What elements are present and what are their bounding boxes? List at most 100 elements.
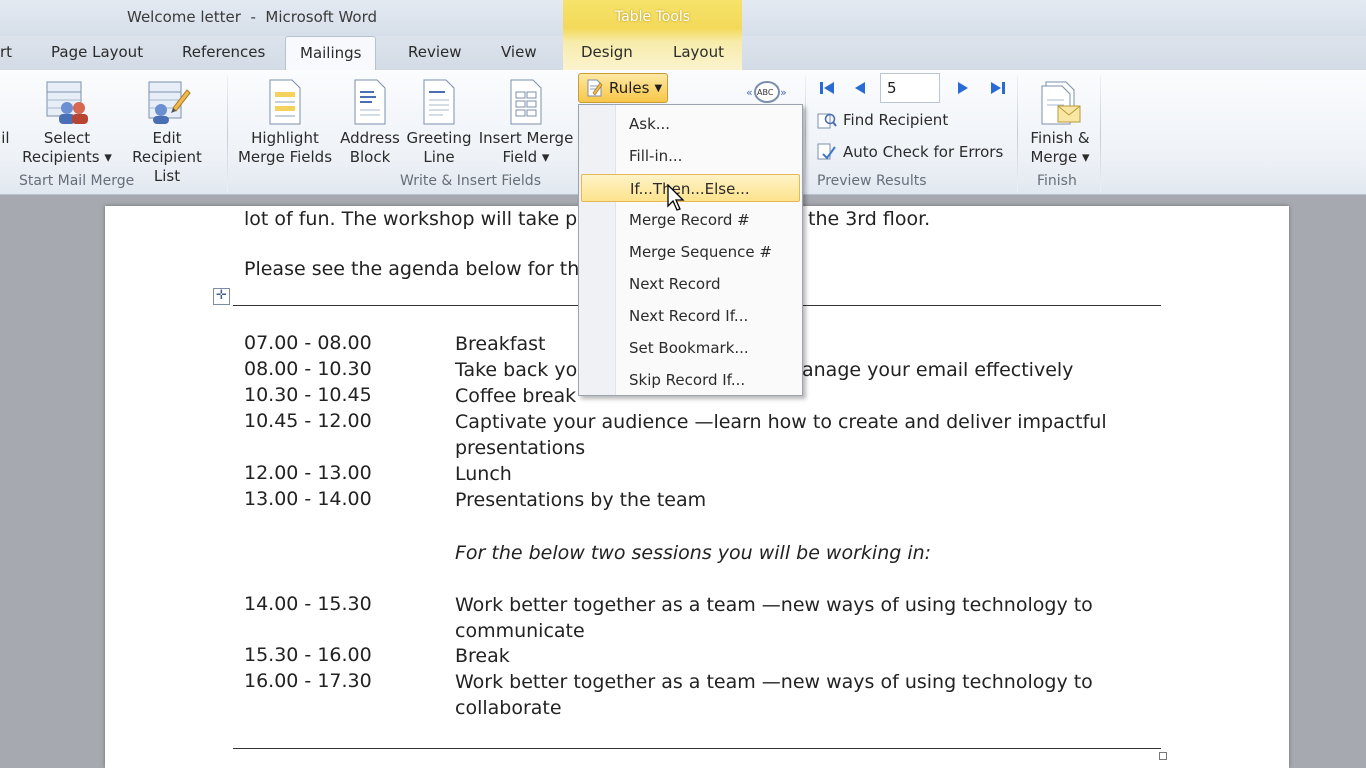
menu-item-if-then-else[interactable]: If...Then...Else... <box>581 174 800 202</box>
highlight-line1: Highlight <box>251 129 319 147</box>
rules-label: Rules <box>609 79 650 97</box>
agenda-desc: Captivate your audience —learn how to cr… <box>455 411 1107 433</box>
group-label-finish: Finish <box>1037 173 1077 189</box>
find-recipient-icon <box>817 113 837 129</box>
group-separator <box>1100 76 1101 192</box>
agenda-time: 08.00 - 10.30 <box>244 358 372 380</box>
address-block-line1: Address <box>340 129 400 147</box>
tab-view[interactable]: View <box>497 43 541 61</box>
agenda-time: 10.30 - 10.45 <box>244 384 372 406</box>
agenda-desc: Work better together as a team —new ways… <box>455 671 1093 693</box>
agenda-desc: anage your email effectively <box>802 359 1074 381</box>
group-label-start-mail-merge: Start Mail Merge <box>19 173 135 189</box>
menu-item-ask[interactable]: Ask... <box>581 110 800 138</box>
first-record-icon[interactable] <box>819 80 835 96</box>
tab-page-layout[interactable]: Page Layout <box>47 43 147 61</box>
address-block-button[interactable]: Address Block <box>336 78 404 167</box>
agenda-desc: presentations <box>455 437 586 459</box>
select-recipients-line1: Select <box>43 129 91 147</box>
table-resize-handle[interactable] <box>1159 752 1167 760</box>
agenda-desc: Work better together as a team —new ways… <box>455 594 1093 616</box>
greeting-line-line2: Line <box>423 148 455 166</box>
menu-item-merge-sequence[interactable]: Merge Sequence # <box>581 238 800 266</box>
chevron-down-icon: ▼ <box>654 82 663 94</box>
table-move-handle-icon[interactable]: ✛ <box>213 288 230 305</box>
highlight-merge-fields-button[interactable]: Highlight Merge Fields <box>236 78 334 167</box>
auto-check-errors-label: Auto Check for Errors <box>843 143 1004 161</box>
menu-item-fill-in[interactable]: Fill-in... <box>581 142 800 170</box>
finish-merge-line2: Merge ▾ <box>1030 148 1090 166</box>
last-record-icon[interactable] <box>990 80 1006 96</box>
finish-merge-button[interactable]: Finish & Merge ▾ <box>1022 78 1098 167</box>
agenda-time: 16.00 - 17.30 <box>244 670 372 692</box>
svg-text:ABC: ABC <box>757 88 774 97</box>
tab-mailings[interactable]: Mailings <box>285 36 377 71</box>
agenda-time: 13.00 - 14.00 <box>244 488 372 510</box>
menu-item-set-bookmark[interactable]: Set Bookmark... <box>581 334 800 362</box>
tab-references[interactable]: References <box>178 43 269 61</box>
edit-recipient-list-line1: Edit <box>152 129 182 147</box>
greeting-line-line1: Greeting <box>406 129 472 147</box>
agenda-desc: Breakfast <box>455 333 546 355</box>
address-block-icon <box>354 79 386 125</box>
table-bottom-border <box>233 748 1161 749</box>
agenda-desc: Break <box>455 645 510 667</box>
partial-button[interactable]: ail ▾ <box>0 129 10 167</box>
greeting-line-button[interactable]: Greeting Line <box>405 78 473 167</box>
paragraph-text: Please see the agenda below for th <box>244 258 580 280</box>
menu-item-skip-record-if[interactable]: Skip Record If... <box>581 366 800 394</box>
agenda-desc: Coffee break <box>455 385 577 407</box>
rules-button[interactable]: Rules ▼ <box>578 73 668 103</box>
find-recipient-label: Find Recipient <box>843 111 949 129</box>
paragraph-text: lot of fun. The workshop will take p <box>244 208 578 230</box>
finish-merge-icon <box>1041 81 1081 125</box>
group-label-write-insert-fields: Write & Insert Fields <box>400 173 541 189</box>
previous-record-icon[interactable] <box>853 80 867 96</box>
partial-button-line1: ail <box>0 129 10 147</box>
next-record-icon[interactable] <box>956 80 970 96</box>
find-recipient-button[interactable]: Find Recipient <box>817 110 948 130</box>
group-separator <box>1017 76 1018 192</box>
edit-recipient-list-line2: Recipient List <box>132 148 202 185</box>
table-tools-label: Table Tools <box>614 9 691 25</box>
menu-item-merge-record[interactable]: Merge Record # <box>581 206 800 234</box>
agenda-desc: collaborate <box>455 697 562 719</box>
group-label-preview-results: Preview Results <box>817 173 927 189</box>
paragraph-text: the 3rd floor. <box>808 208 931 230</box>
insert-merge-field-line2: Field ▾ <box>502 148 550 166</box>
agenda-time: 14.00 - 15.30 <box>244 593 372 615</box>
select-recipients-icon <box>46 81 88 124</box>
select-recipients-button[interactable]: Select Recipients ▾ <box>22 78 112 167</box>
tab-insert-partial[interactable]: rt <box>0 43 16 61</box>
highlight-merge-fields-icon <box>269 79 301 125</box>
agenda-time: 15.30 - 16.00 <box>244 644 372 666</box>
insert-merge-field-icon <box>510 79 542 125</box>
group-separator <box>227 76 228 192</box>
agenda-desc: communicate <box>455 620 585 642</box>
finish-merge-line1: Finish & <box>1030 129 1090 147</box>
tab-review[interactable]: Review <box>404 43 466 61</box>
tab-layout[interactable]: Layout <box>669 43 728 61</box>
auto-check-errors-icon <box>817 143 836 160</box>
agenda-time: 10.45 - 12.00 <box>244 410 372 432</box>
highlight-line2: Merge Fields <box>237 148 333 166</box>
agenda-note: For the below two sessions you will be w… <box>455 542 932 564</box>
edit-recipient-list-button[interactable]: Edit Recipient List <box>117 78 217 186</box>
agenda-desc: Lunch <box>455 463 512 485</box>
agenda-desc: Take back yo <box>455 359 578 381</box>
svg-text:»: » <box>780 86 787 99</box>
address-block-line2: Block <box>349 148 391 166</box>
insert-merge-field-button[interactable]: Insert Merge Field ▾ <box>476 78 576 167</box>
auto-check-errors-button[interactable]: Auto Check for Errors <box>817 142 1003 162</box>
menu-item-next-record-if[interactable]: Next Record If... <box>581 302 800 330</box>
svg-text:«: « <box>746 86 753 99</box>
insert-merge-field-line1: Insert Merge <box>478 129 574 147</box>
record-number-input[interactable]: 5 <box>880 73 940 103</box>
rules-dropdown-menu: Ask... Fill-in... If...Then...Else... Me… <box>578 104 803 396</box>
table-tools-context: Table Tools Design Layout <box>563 0 742 70</box>
menu-item-next-record[interactable]: Next Record <box>581 270 800 298</box>
select-recipients-line2: Recipients ▾ <box>22 148 112 166</box>
tab-design[interactable]: Design <box>577 43 637 61</box>
edit-recipient-list-icon <box>148 81 191 124</box>
window-title: Welcome letter - Microsoft Word <box>127 8 378 26</box>
